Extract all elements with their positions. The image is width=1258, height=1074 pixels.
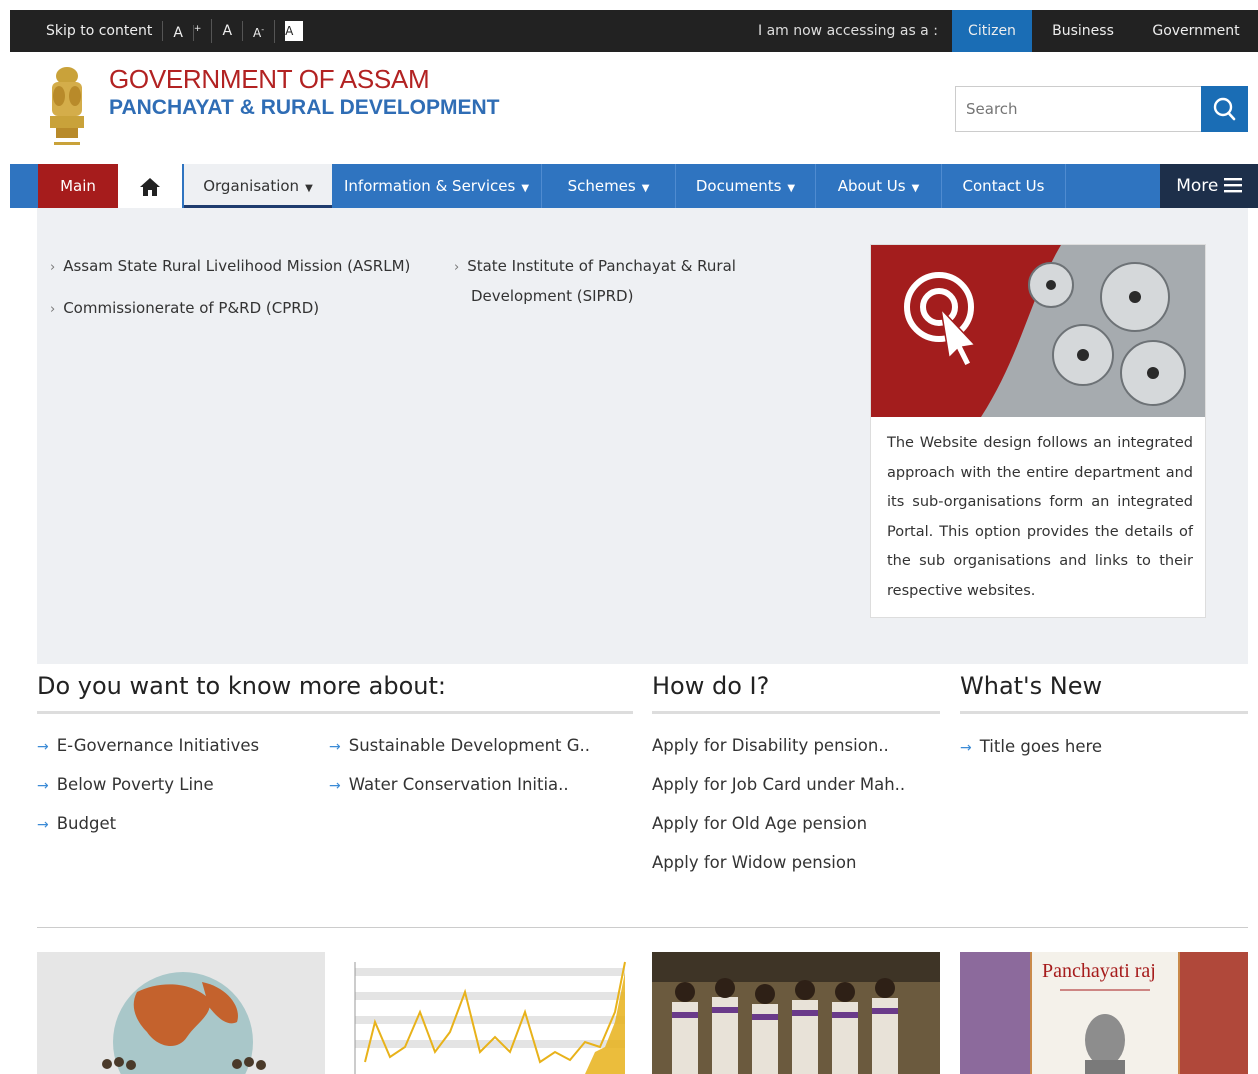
font-normal-button[interactable]: A	[212, 21, 244, 41]
know-more-link-label: Sustainable Development G..	[348, 736, 591, 755]
nav-more-label: More	[1176, 176, 1219, 196]
access-label: I am now accessing as a :	[758, 23, 938, 39]
tile-panchayati-raj[interactable]: Panchayati raj	[960, 952, 1248, 1074]
font-increase-button[interactable]: A +	[163, 19, 213, 43]
line-chart-image	[345, 952, 633, 1074]
chevron-down-icon: ▼	[911, 183, 920, 194]
font-decrease-button[interactable]: A-	[243, 19, 276, 43]
whats-new-link[interactable]: → Title goes here	[960, 737, 1102, 756]
nav-info-label: Information & Services	[343, 177, 516, 195]
org-link-siprd[interactable]: › State Institute of Panchayat & Rural Dev…	[454, 252, 736, 311]
nav-contact-us[interactable]: Contact Us	[942, 164, 1066, 208]
search-box	[955, 86, 1203, 132]
know-more-link[interactable]: → Water Conservation Initia..	[329, 775, 569, 794]
nav-information-services[interactable]: Information & Services ▼	[332, 164, 542, 208]
arrow-right-icon: →	[960, 740, 972, 756]
know-more-link[interactable]: → Below Poverty Line	[37, 775, 214, 794]
search-icon	[1213, 97, 1236, 121]
panchayati-raj-label: Panchayati raj	[1042, 960, 1156, 982]
contrast-label: A	[285, 21, 304, 41]
chevron-down-icon: ▼	[521, 183, 530, 194]
arrow-right-icon: →	[329, 739, 341, 755]
know-more-link-label: Budget	[56, 814, 117, 833]
know-more-link-label: E-Governance Initiatives	[56, 736, 260, 755]
nav-documents-label: Documents	[695, 177, 782, 195]
font-increase-sup: +	[193, 24, 202, 35]
chevron-right-icon: ›	[50, 260, 56, 275]
org-link-cprd[interactable]: › Commissionerate of P&RD (CPRD)	[50, 294, 319, 324]
how-do-i-link[interactable]: Apply for Job Card under Mah..	[652, 775, 905, 794]
group-photo-image	[652, 952, 940, 1074]
chevron-right-icon: ›	[454, 260, 460, 275]
skip-to-content-link[interactable]: Skip to content	[46, 21, 164, 41]
site-title-line1: GOVERNMENT OF ASSAM	[109, 64, 430, 94]
search-button[interactable]	[1201, 86, 1248, 132]
how-do-i-underline	[652, 711, 940, 714]
know-more-link[interactable]: → E-Governance Initiatives	[37, 736, 259, 755]
hamburger-icon	[1223, 178, 1242, 193]
org-link-label: Commissionerate of P&RD (CPRD)	[63, 299, 320, 317]
know-more-link[interactable]: → Budget	[37, 814, 116, 833]
contrast-button[interactable]: A	[275, 21, 313, 41]
nav-home[interactable]	[118, 164, 182, 208]
how-do-i-link[interactable]: Apply for Old Age pension	[652, 814, 867, 833]
how-do-i-link[interactable]: Apply for Widow pension	[652, 853, 856, 872]
tile-chart-image[interactable]	[345, 952, 633, 1074]
arrow-right-icon: →	[329, 778, 341, 794]
section-divider	[37, 927, 1248, 928]
chevron-down-icon: ▼	[641, 183, 650, 194]
know-more-heading: Do you want to know more about:	[37, 672, 447, 700]
know-more-link[interactable]: → Sustainable Development G..	[329, 736, 590, 755]
role-business[interactable]: Business	[1038, 10, 1128, 52]
arrow-right-icon: →	[37, 817, 49, 833]
nav-about-label: About Us	[837, 177, 906, 195]
whats-new-heading: What's New	[960, 672, 1103, 700]
globe-people-image	[37, 952, 325, 1074]
whats-new-underline	[960, 711, 1248, 714]
search-input[interactable]	[956, 87, 1156, 131]
tile-group-photo[interactable]	[652, 952, 940, 1074]
nav-organisation[interactable]: Organisation ▼	[184, 164, 332, 208]
state-emblem-logo[interactable]	[42, 62, 92, 150]
role-government[interactable]: Government	[1134, 10, 1258, 52]
know-more-link-label: Below Poverty Line	[56, 775, 214, 794]
arrow-right-icon: →	[37, 739, 49, 755]
org-link-asrlm[interactable]: › Assam State Rural Livelihood Mission (A…	[50, 252, 410, 282]
know-more-underline	[37, 711, 633, 714]
org-link-label-cont: Development (SIPRD)	[471, 287, 634, 305]
nav-more[interactable]: More	[1160, 164, 1258, 208]
nav-organisation-label: Organisation	[203, 177, 300, 195]
promo-description: The Website design follows an integrated…	[887, 435, 1193, 599]
nav-schemes-label: Schemes	[567, 177, 636, 195]
arrow-right-icon: →	[37, 778, 49, 794]
utility-bar: Skip to content A + A A- A I am now acces…	[10, 10, 1258, 52]
chevron-down-icon: ▼	[787, 183, 796, 194]
gears-promo-image	[871, 245, 1205, 417]
chevron-right-icon: ›	[50, 302, 56, 317]
whats-new-link-label: Title goes here	[979, 737, 1103, 756]
how-do-i-link[interactable]: Apply for Disability pension..	[652, 736, 889, 755]
chevron-down-icon: ▼	[305, 183, 313, 194]
organisation-promo-card: The Website design follows an integrated…	[870, 244, 1206, 618]
nav-documents[interactable]: Documents ▼	[676, 164, 816, 208]
role-citizen[interactable]: Citizen	[952, 10, 1032, 52]
nav-about-us[interactable]: About Us ▼	[816, 164, 942, 208]
home-icon	[140, 177, 160, 196]
know-more-link-label: Water Conservation Initia..	[348, 775, 569, 794]
nav-main[interactable]: Main	[38, 164, 118, 208]
org-link-label: State Institute of Panchayat & Rural	[467, 257, 736, 275]
how-do-i-heading: How do I?	[652, 672, 770, 700]
tile-globe-image[interactable]	[37, 952, 325, 1074]
org-link-label: Assam State Rural Livelihood Mission (AS…	[63, 257, 411, 275]
nav-schemes[interactable]: Schemes ▼	[542, 164, 676, 208]
site-title-line2: PANCHAYAT & RURAL DEVELOPMENT	[109, 96, 500, 119]
font-increase-label: A	[173, 24, 194, 41]
main-navigation: Main Organisation ▼ Information & Service…	[10, 164, 1258, 208]
